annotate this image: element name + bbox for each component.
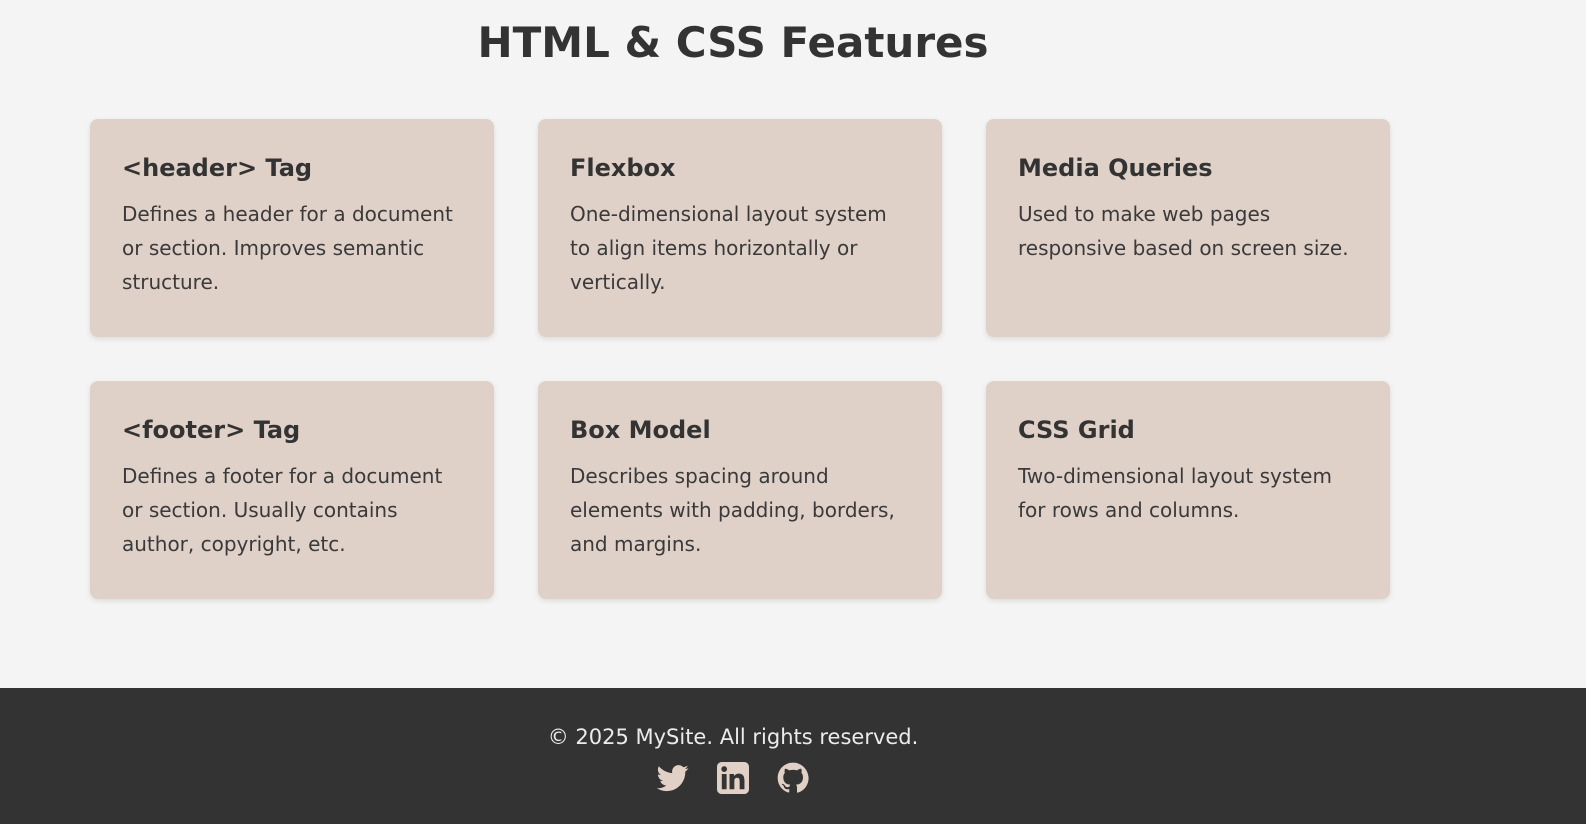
page-title: HTML & CSS Features — [477, 18, 989, 67]
feature-card-title: <footer> Tag — [122, 416, 301, 444]
social-links — [0, 762, 1466, 794]
site-footer: © 2025 MySite. All rights reserved. — [0, 688, 1586, 824]
linkedin-icon — [717, 762, 749, 794]
feature-card-title: Media Queries — [1018, 154, 1213, 182]
feature-card-description: One-dimensional layout system to align i… — [570, 202, 887, 294]
feature-card-description: Describes spacing around elements with p… — [570, 464, 895, 556]
copyright-text: © 2025 MySite. All rights reserved. — [547, 725, 919, 749]
feature-card-header-tag: <header> Tag Defines a header for a docu… — [90, 119, 494, 337]
linkedin-link[interactable] — [717, 762, 749, 794]
feature-card-title: Flexbox — [570, 154, 676, 182]
feature-card-description: Used to make web pages responsive based … — [1018, 202, 1349, 260]
feature-card-css-grid: CSS Grid Two-dimensional layout system f… — [986, 381, 1390, 599]
feature-card-flexbox: Flexbox One-dimensional layout system to… — [538, 119, 942, 337]
feature-card-title: CSS Grid — [1018, 416, 1135, 444]
feature-card-footer-tag: <footer> Tag Defines a footer for a docu… — [90, 381, 494, 599]
feature-card-title: <header> Tag — [122, 154, 313, 182]
twitter-link[interactable] — [657, 762, 689, 794]
feature-card-description: Defines a footer for a document or secti… — [122, 464, 443, 556]
github-icon — [777, 762, 809, 794]
feature-card-description: Defines a header for a document or secti… — [122, 202, 453, 294]
features-grid: <header> Tag Defines a header for a docu… — [90, 119, 1390, 599]
feature-card-title: Box Model — [570, 416, 711, 444]
feature-card-box-model: Box Model Describes spacing around eleme… — [538, 381, 942, 599]
feature-card-description: Two-dimensional layout system for rows a… — [1018, 464, 1332, 522]
feature-card-media-queries: Media Queries Used to make web pages res… — [986, 119, 1390, 337]
github-link[interactable] — [777, 762, 809, 794]
twitter-icon — [657, 762, 689, 794]
